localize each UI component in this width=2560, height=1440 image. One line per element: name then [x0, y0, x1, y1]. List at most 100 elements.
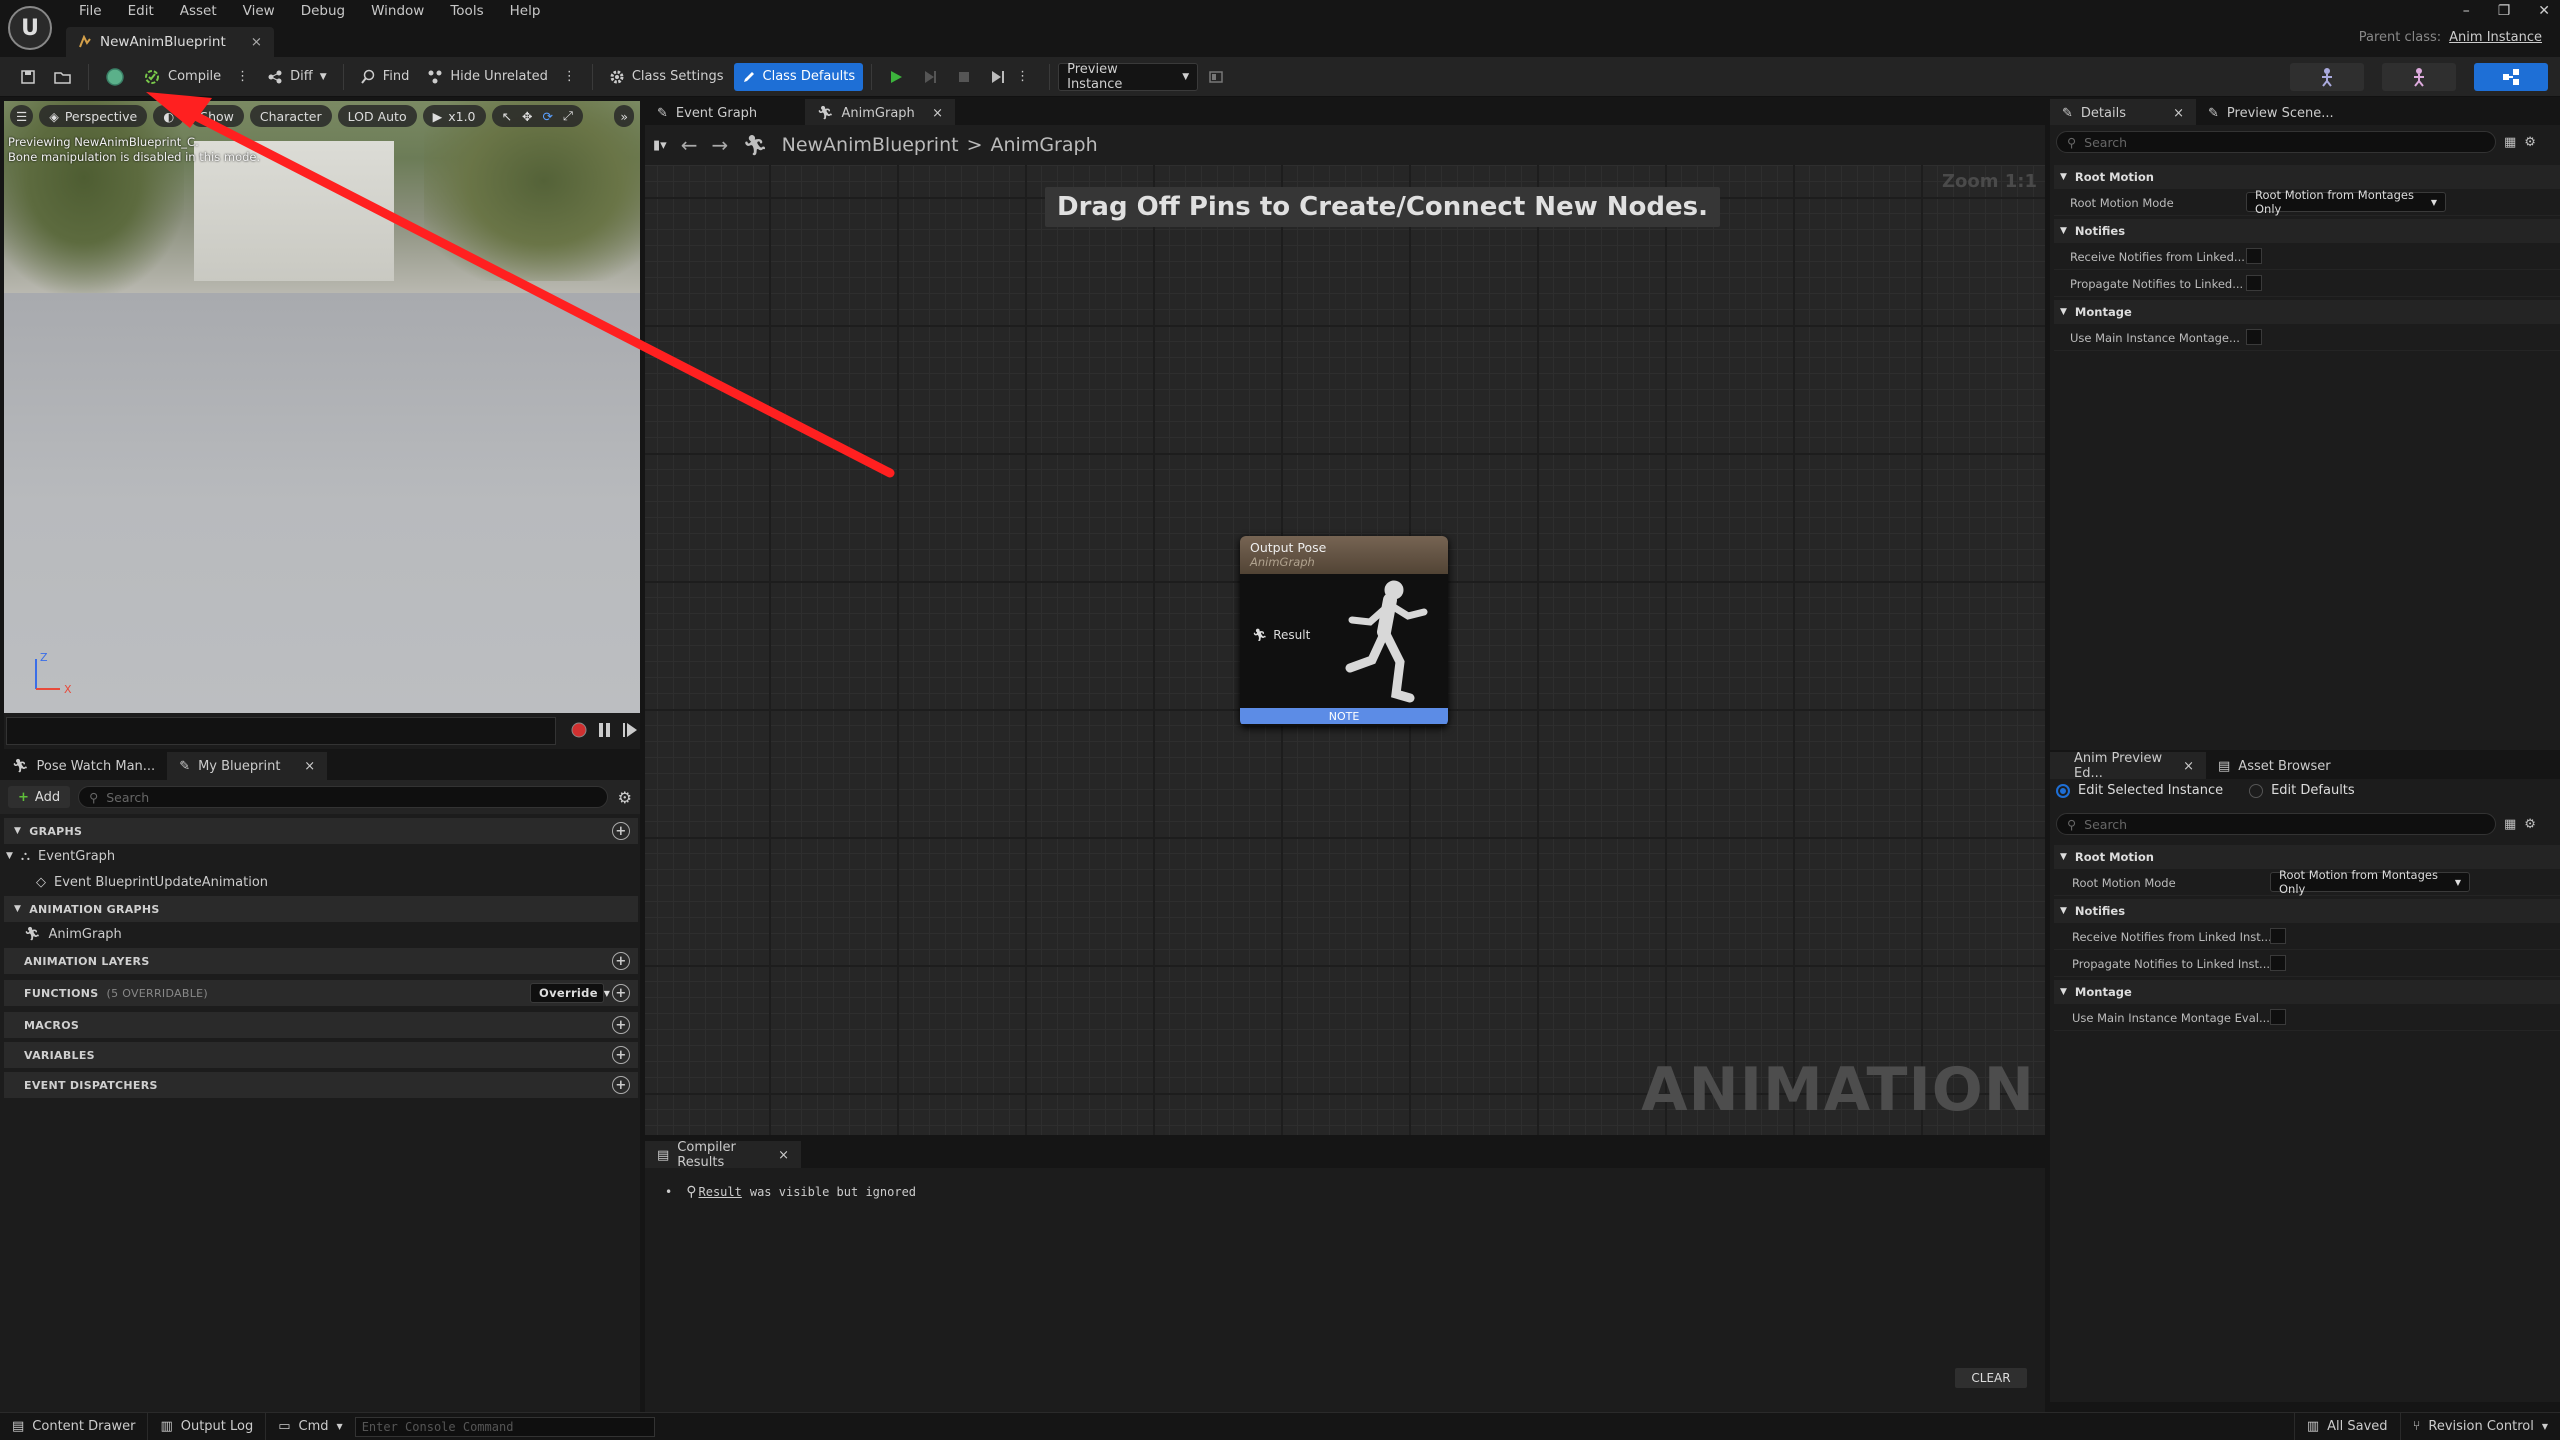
receive-notifies-checkbox[interactable] [2246, 248, 2262, 264]
apd-settings-gear-icon[interactable]: ⚙ [2524, 817, 2536, 832]
apd-category-montage[interactable]: ▼ Montage [2054, 980, 2560, 1004]
hide-unrelated-button[interactable]: Hide Unrelated ⋮ [419, 63, 584, 91]
details-category-montage[interactable]: ▼ Montage [2054, 300, 2560, 324]
record-icon[interactable] [570, 721, 588, 739]
my-blueprint-search-input[interactable]: ⚲ Search [78, 786, 609, 808]
tab-asset-browser[interactable]: ▤ Asset Browser [2206, 752, 2343, 780]
apd-category-root-motion[interactable]: ▼ Root Motion [2054, 845, 2560, 869]
section-variables[interactable]: VARIABLES + [4, 1042, 638, 1068]
tree-item-event-graph[interactable]: ▼ ⛬ EventGraph [6, 844, 115, 868]
output-log-button[interactable]: ▥ Output Log [148, 1412, 267, 1440]
viewport-expand-button[interactable]: » [614, 105, 634, 127]
output-pose-node[interactable]: Output Pose AnimGraph 🏃︎ Result NOTE [1240, 536, 1448, 726]
playback-speed-button[interactable]: ▶ x1.0 [422, 105, 486, 127]
cmd-dropdown[interactable]: ▭ Cmd ▼ [266, 1413, 354, 1440]
class-defaults-button[interactable]: Class Defaults [733, 62, 864, 91]
apd-search-input[interactable]: ⚲ Search [2056, 813, 2496, 835]
edit-defaults-radio[interactable] [2249, 783, 2264, 798]
add-layer-icon[interactable]: + [612, 952, 630, 970]
step-button[interactable] [914, 63, 946, 91]
stop-button[interactable] [948, 63, 980, 91]
add-function-icon[interactable]: + [612, 984, 630, 1002]
lod-button[interactable]: LOD Auto [337, 105, 417, 127]
tab-preview-scene[interactable]: ✎ Preview Scene... [2196, 99, 2346, 127]
details-category-root-motion[interactable]: ▼ Root Motion [2054, 165, 2560, 189]
close-window-button[interactable]: ✕ [2538, 3, 2550, 19]
tab-pose-watch[interactable]: 🏃︎ Pose Watch Man... [0, 752, 167, 780]
breadcrumb-root[interactable]: NewAnimBlueprint [782, 134, 959, 156]
add-variable-icon[interactable]: + [612, 1046, 630, 1064]
character-button[interactable]: Character [249, 105, 332, 127]
menu-view[interactable]: View [230, 0, 288, 22]
graph-canvas[interactable]: Zoom 1:1 Drag Off Pins to Create/Connect… [645, 165, 2045, 1135]
override-dropdown[interactable]: Override ▼ [530, 983, 610, 1003]
tab-my-blueprint[interactable]: ✎ My Blueprint × [167, 752, 328, 780]
move-tool-icon[interactable]: ✥ [522, 109, 532, 124]
console-command-input[interactable]: Enter Console Command [354, 1416, 655, 1437]
add-dispatcher-icon[interactable]: + [612, 1076, 630, 1094]
tab-anim-graph[interactable]: 🏃︎ AnimGraph × [805, 99, 955, 127]
apd-receive-notifies-checkbox[interactable] [2270, 928, 2286, 944]
use-main-montage-checkbox[interactable] [2246, 329, 2262, 345]
menu-tools[interactable]: Tools [437, 0, 496, 22]
step-forward-icon[interactable] [622, 721, 638, 739]
browse-button[interactable] [46, 63, 80, 91]
menu-help[interactable]: Help [497, 0, 554, 22]
compiler-tab-close-icon[interactable]: × [778, 1148, 789, 1163]
result-pin[interactable]: 🏃︎ Result [1252, 628, 1310, 642]
section-animation-layers[interactable]: ANIMATION LAYERS + [4, 948, 638, 974]
revision-control-button[interactable]: ⑂ Revision Control ▼ [2401, 1413, 2560, 1440]
details-search-input[interactable]: ⚲ Search [2056, 131, 2496, 153]
save-button[interactable] [12, 63, 44, 91]
tab-details[interactable]: ✎ Details × [2050, 99, 2196, 127]
tab-compiler-results[interactable]: ▤ Compiler Results × [645, 1140, 801, 1170]
section-macros[interactable]: MACROS + [4, 1012, 638, 1038]
menu-debug[interactable]: Debug [288, 0, 358, 22]
add-macro-icon[interactable]: + [612, 1016, 630, 1034]
section-functions[interactable]: FUNCTIONS (5 OVERRIDABLE) Override ▼ + [4, 980, 638, 1006]
skeleton-mode-button[interactable] [2290, 63, 2364, 91]
bookmark-icon[interactable]: ▮▾ [653, 138, 667, 153]
my-blueprint-tab-close-icon[interactable]: × [304, 759, 315, 774]
mesh-mode-button[interactable] [2382, 63, 2456, 91]
apd-category-notifies[interactable]: ▼ Notifies [2054, 899, 2560, 923]
pause-icon[interactable] [598, 721, 612, 739]
diff-button[interactable]: Diff ▼ [259, 63, 335, 91]
menu-file[interactable]: File [66, 0, 115, 22]
clear-button[interactable]: CLEAR [1955, 1368, 2027, 1388]
blueprint-mode-button[interactable] [2474, 63, 2548, 91]
back-arrow-icon[interactable]: ← [681, 133, 698, 157]
unreal-logo[interactable]: U [8, 6, 52, 50]
all-saved-indicator[interactable]: ▥ All Saved [2293, 1412, 2401, 1440]
minimize-button[interactable]: – [2463, 3, 2470, 19]
timeline-scrubber[interactable] [6, 717, 556, 745]
table-view-icon[interactable]: ▦ [2504, 135, 2516, 150]
apd-root-motion-mode-dropdown[interactable]: Root Motion from Montages Only ▼ [2270, 868, 2470, 896]
tab-anim-preview-editor[interactable]: Anim Preview Ed... × [2050, 751, 2206, 781]
menu-edit[interactable]: Edit [115, 0, 167, 22]
add-button[interactable]: + Add [8, 786, 71, 808]
preview-instance-dropdown[interactable]: Preview Instance ▼ [1058, 62, 1199, 92]
show-button[interactable]: Show [190, 105, 244, 127]
parent-class-link[interactable]: Anim Instance [2449, 30, 2542, 45]
tree-item-anim-graph[interactable]: 🏃︎ AnimGraph [24, 922, 122, 946]
apd-propagate-notifies-checkbox[interactable] [2270, 955, 2286, 971]
viewport-menu-button[interactable]: ☰ [10, 105, 34, 127]
asset-editor-tab[interactable]: NewAnimBlueprint × [66, 27, 274, 57]
add-graph-icon[interactable]: + [612, 822, 630, 840]
propagate-notifies-checkbox[interactable] [2246, 275, 2262, 291]
preview-viewport[interactable]: ☰ ◈ Perspective ◐ Show Character LOD Auto… [4, 101, 640, 713]
anim-preview-tab-close-icon[interactable]: × [2183, 759, 2194, 774]
class-settings-button[interactable]: Class Settings [601, 63, 732, 91]
tab-event-graph[interactable]: ✎ Event Graph [645, 99, 805, 127]
menu-asset[interactable]: Asset [167, 0, 230, 22]
content-drawer-button[interactable]: ▤ Content Drawer [0, 1412, 149, 1440]
debug-target-button[interactable] [1200, 63, 1232, 91]
hide-unrelated-options-icon[interactable]: ⋮ [563, 69, 576, 84]
compiler-result-link[interactable]: Result [699, 1185, 742, 1199]
play-button[interactable] [880, 63, 912, 91]
menu-window[interactable]: Window [358, 0, 437, 22]
scale-tool-icon[interactable]: ⤢ [563, 108, 573, 124]
details-settings-gear-icon[interactable]: ⚙ [2524, 135, 2536, 150]
settings-gear-icon[interactable]: ⚙ [618, 788, 632, 807]
